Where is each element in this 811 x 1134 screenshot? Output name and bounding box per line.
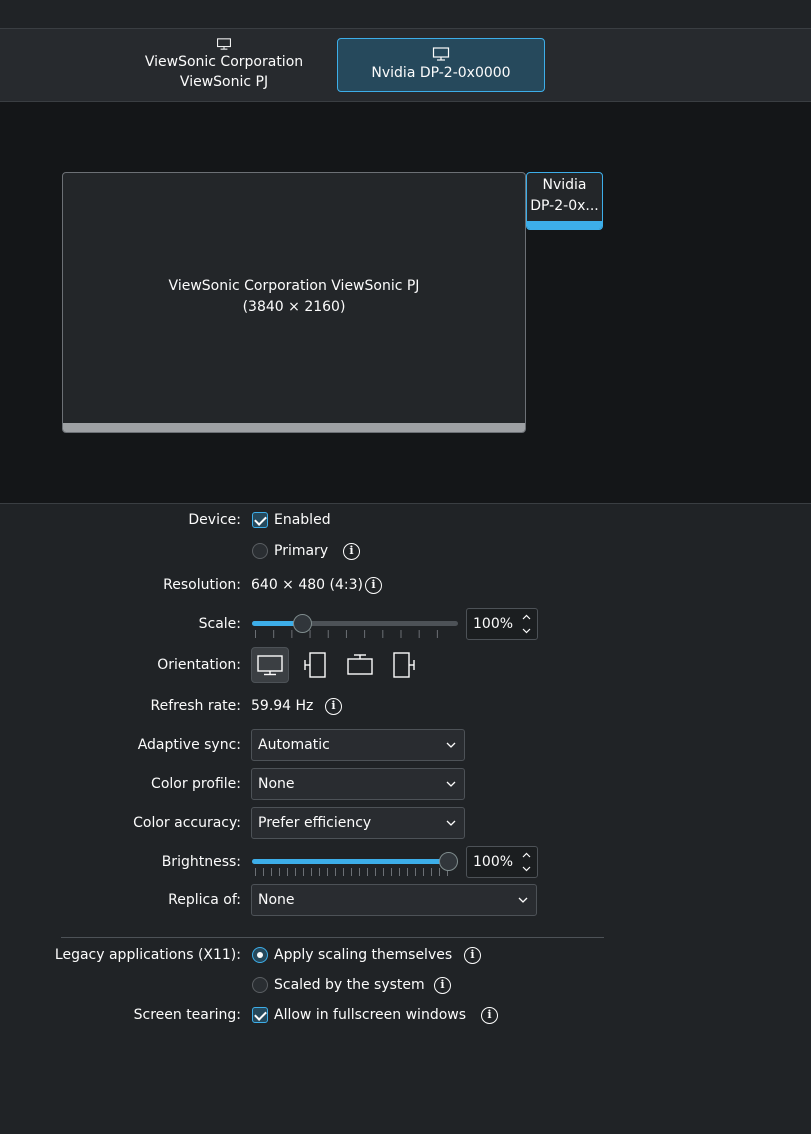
chevron-down-icon [446, 820, 456, 826]
output-layout-canvas: ViewSonic Corporation ViewSonic PJ (3840… [0, 102, 811, 504]
top-strip [0, 0, 811, 29]
color-profile-combo[interactable]: None [251, 768, 465, 800]
allow-tearing-label: Allow in fullscreen windows [274, 1007, 467, 1023]
output-bar-selected [527, 221, 602, 229]
scale-label: Scale: [198, 616, 241, 632]
tab-label-line1: ViewSonic Corporation [144, 54, 304, 70]
monitor-icon [432, 47, 450, 61]
separator [61, 937, 604, 938]
chevron-down-icon [446, 781, 456, 787]
slider-handle[interactable] [439, 852, 458, 871]
enabled-label: Enabled [274, 512, 331, 528]
landscape-icon [257, 655, 283, 676]
allow-tearing-checkbox[interactable] [252, 1007, 268, 1023]
orientation-portrait-right-button[interactable] [385, 647, 423, 683]
primary-label: Primary [274, 543, 329, 559]
slider-handle[interactable] [293, 614, 312, 633]
output-bar [63, 423, 525, 432]
slider-ticks [255, 868, 455, 876]
combo-value: None [258, 776, 295, 792]
adaptive-sync-label: Adaptive sync: [137, 737, 241, 753]
resolution-label: Resolution: [163, 577, 241, 593]
orientation-landscape-button[interactable] [251, 647, 289, 683]
landscape-flipped-icon [347, 654, 373, 675]
tab-nvidia[interactable]: Nvidia DP-2-0x0000 [337, 38, 545, 92]
output-name: ViewSonic Corporation ViewSonic PJ [168, 278, 420, 294]
combo-value: Prefer efficiency [258, 815, 372, 831]
info-icon[interactable]: i [325, 698, 342, 715]
tab-viewsonic[interactable]: ViewSonic Corporation ViewSonic PJ [118, 38, 330, 92]
scaled-by-system-radio[interactable] [252, 977, 268, 993]
output-viewsonic[interactable]: ViewSonic Corporation ViewSonic PJ (3840… [62, 172, 526, 433]
orientation-landscape-flipped-button[interactable] [341, 647, 379, 683]
output-name-line1: Nvidia [542, 177, 587, 193]
device-label: Device: [188, 512, 241, 528]
scale-slider[interactable] [252, 614, 458, 638]
combo-value: None [258, 892, 295, 908]
spin-arrows-icon[interactable] [522, 613, 531, 635]
slider-fill [252, 859, 449, 864]
replica-label: Replica of: [168, 892, 241, 908]
chevron-down-icon [446, 742, 456, 748]
spin-arrows-icon[interactable] [522, 851, 531, 873]
color-accuracy-combo[interactable]: Prefer efficiency [251, 807, 465, 839]
scale-spinbox[interactable]: 100% [466, 608, 538, 640]
apply-scaling-radio[interactable] [252, 947, 268, 963]
brightness-value: 100% [473, 854, 514, 870]
output-tab-bar: ViewSonic Corporation ViewSonic PJ Nvidi… [0, 29, 811, 102]
replica-combo[interactable]: None [251, 884, 537, 916]
refresh-rate-label: Refresh rate: [150, 698, 241, 714]
scaled-by-system-label: Scaled by the system [274, 977, 425, 993]
portrait-right-icon [393, 652, 415, 678]
output-name-line2: DP-2-0x... [530, 198, 599, 214]
adaptive-sync-combo[interactable]: Automatic [251, 729, 465, 761]
monitor-icon [217, 38, 231, 50]
settings-form: Device: Enabled Primary i Resolution: 64… [0, 504, 811, 1134]
chevron-down-icon [518, 897, 528, 903]
enabled-checkbox[interactable] [252, 512, 268, 528]
orientation-portrait-left-button[interactable] [296, 647, 334, 683]
output-nvidia[interactable]: Nvidia DP-2-0x... [526, 172, 603, 230]
info-icon[interactable]: i [464, 947, 481, 964]
scale-value: 100% [473, 616, 514, 632]
brightness-spinbox[interactable]: 100% [466, 846, 538, 878]
screen-tearing-label: Screen tearing: [133, 1007, 241, 1023]
refresh-rate-value: 59.94 Hz [251, 698, 314, 714]
apply-scaling-label: Apply scaling themselves [274, 947, 453, 963]
tab-label-line2: ViewSonic PJ [179, 74, 269, 90]
output-size: (3840 × 2160) [242, 299, 346, 315]
brightness-label: Brightness: [161, 854, 241, 870]
brightness-slider[interactable] [252, 852, 458, 876]
slider-ticks [255, 630, 455, 638]
tab-label: Nvidia DP-2-0x0000 [371, 65, 511, 81]
resolution-value: 640 × 480 (4:3) [251, 577, 363, 593]
info-icon[interactable]: i [365, 577, 382, 594]
info-icon[interactable]: i [434, 977, 451, 994]
color-profile-label: Color profile: [151, 776, 241, 792]
orientation-label: Orientation: [157, 657, 241, 673]
combo-value: Automatic [258, 737, 330, 753]
info-icon[interactable]: i [343, 543, 360, 560]
info-icon[interactable]: i [481, 1007, 498, 1024]
legacy-apps-label: Legacy applications (X11): [54, 947, 241, 963]
portrait-left-icon [304, 652, 326, 678]
primary-radio[interactable] [252, 543, 268, 559]
color-accuracy-label: Color accuracy: [133, 815, 241, 831]
